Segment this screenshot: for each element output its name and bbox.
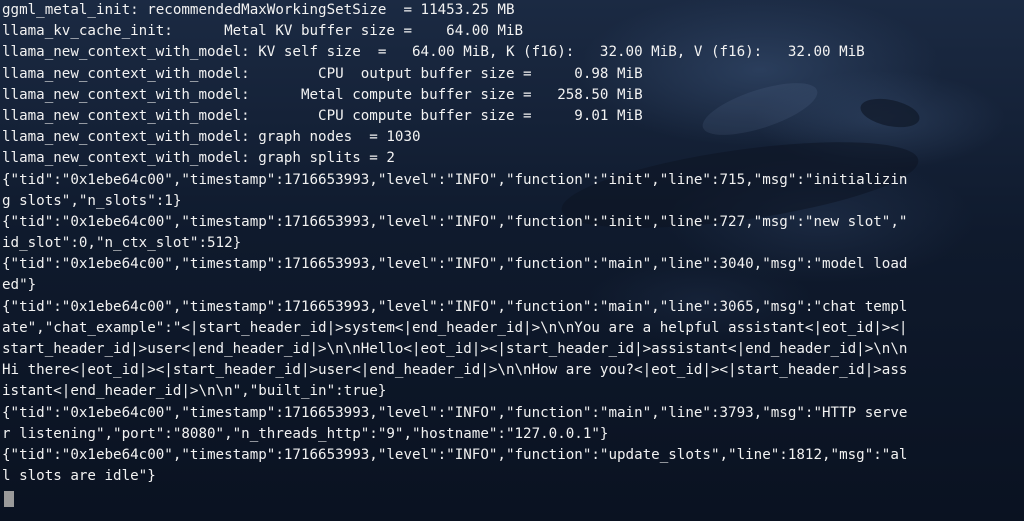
terminal-line: {"tid":"0x1ebe64c00","timestamp":1716653… [2, 171, 908, 188]
terminal-line: start_header_id|>user<|end_header_id|>\n… [2, 341, 908, 357]
terminal-line: {"tid":"0x1ebe64c00","timestamp":1716653… [2, 256, 908, 273]
terminal-line: {"tid":"0x1ebe64c00","timestamp":1716653… [2, 404, 908, 421]
terminal-line: llama_new_context_with_model: KV self si… [2, 44, 865, 61]
terminal-line: istant<|end_header_id|>\n\n","built_in":… [2, 383, 387, 400]
terminal-line: r listening","port":"8080","n_threads_ht… [2, 425, 609, 442]
terminal-line: llama_new_context_with_model: CPU comput… [2, 107, 643, 124]
terminal-line: Hi there<|eot_id|><|start_header_id|>use… [2, 362, 908, 379]
terminal-line: llama_kv_cache_init: Metal KV buffer siz… [2, 23, 524, 40]
terminal-prompt-line[interactable] [2, 487, 1024, 508]
terminal-line: {"tid":"0x1ebe64c00","timestamp":1716653… [2, 298, 908, 315]
terminal-line: {"tid":"0x1ebe64c00","timestamp":1716653… [2, 213, 908, 230]
terminal-line: {"tid":"0x1ebe64c00","timestamp":1716653… [2, 446, 908, 463]
terminal-line: g slots","n_slots":1} [2, 192, 182, 209]
text-cursor [4, 491, 14, 508]
terminal-line: ed"} [2, 277, 37, 294]
terminal-output[interactable]: ggml_metal_init: recommendedMaxWorkingSe… [0, 0, 1024, 521]
terminal-line: l slots are idle"} [2, 468, 156, 485]
terminal-line: ate","chat_example":"<|start_header_id|>… [2, 319, 908, 336]
terminal-line: llama_new_context_with_model: CPU output… [2, 65, 643, 82]
terminal-line: id_slot":0,"n_ctx_slot":512} [2, 235, 242, 252]
terminal-line: llama_new_context_with_model: graph node… [2, 129, 421, 146]
terminal-line: llama_new_context_with_model: Metal comp… [2, 86, 643, 103]
terminal-line: ggml_metal_init: recommendedMaxWorkingSe… [2, 2, 515, 18]
terminal-line: llama_new_context_with_model: graph spli… [2, 150, 395, 167]
